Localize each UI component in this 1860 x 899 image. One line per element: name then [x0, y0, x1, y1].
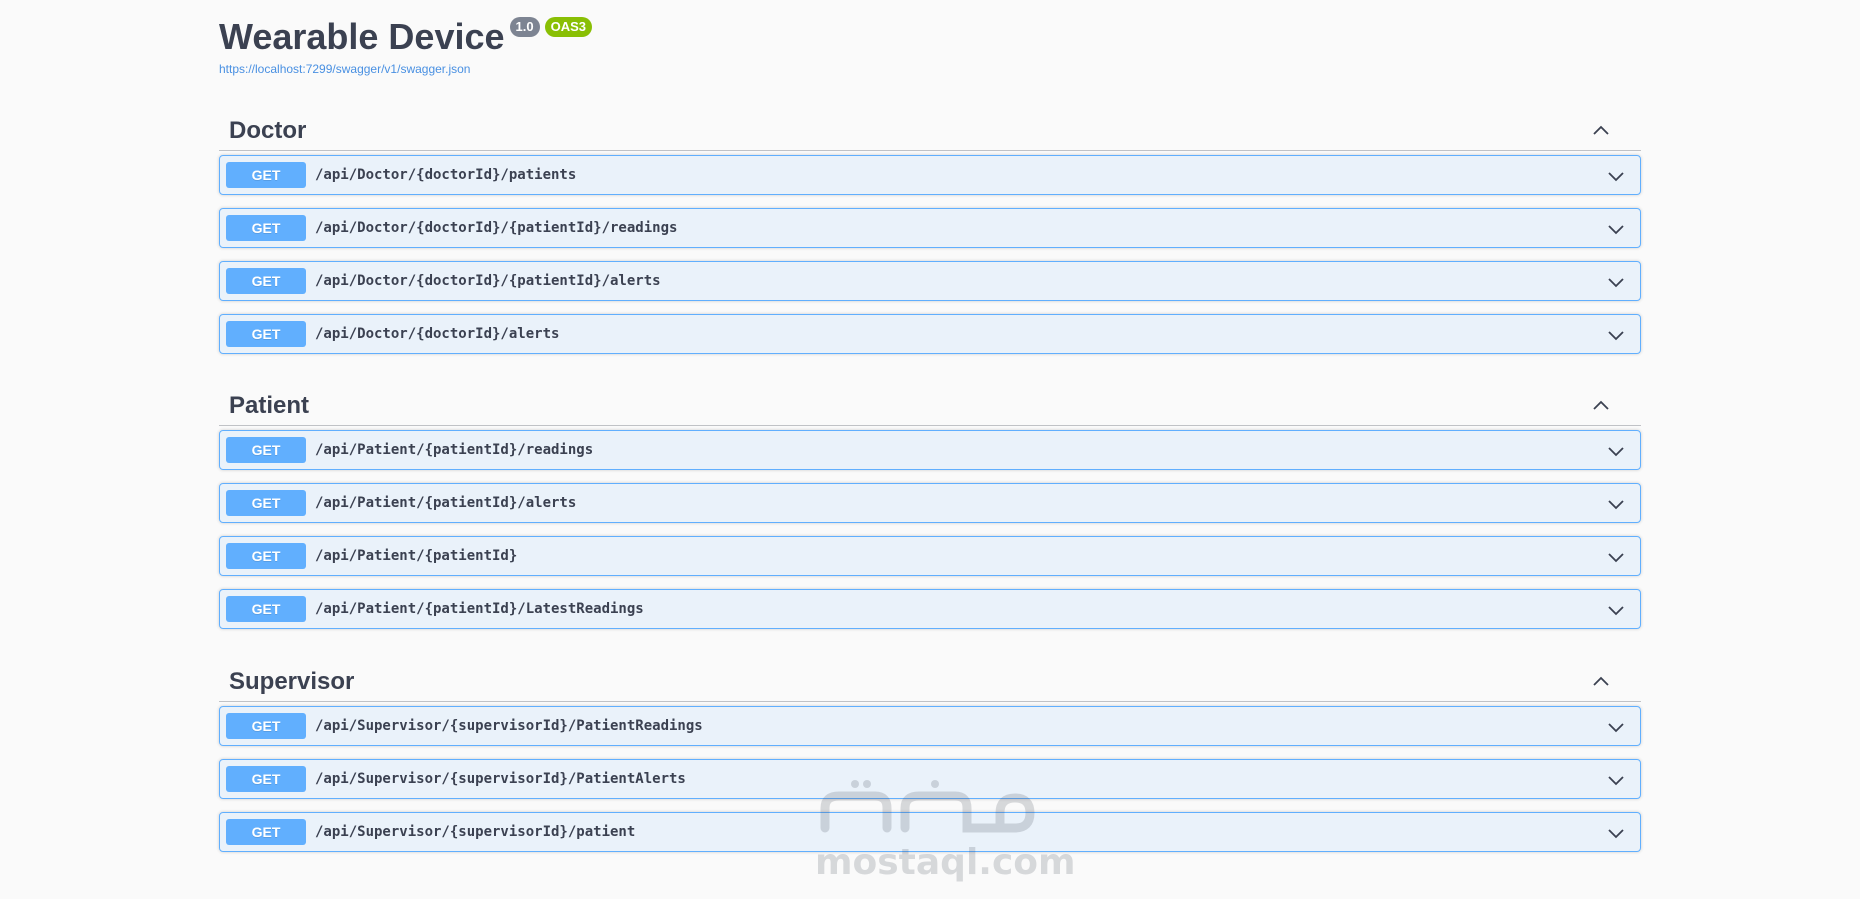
chevron-down-icon[interactable]	[1606, 166, 1626, 186]
operation-get-patient-latest-readings[interactable]: GET /api/Patient/{patientId}/LatestReadi…	[219, 589, 1641, 629]
title-row: Wearable Device 1.0 OAS3	[219, 14, 592, 60]
tag-header-patient[interactable]: Patient	[219, 383, 1641, 426]
tag-title: Patient	[229, 392, 310, 419]
operation-path: /api/Doctor/{doctorId}/patients	[315, 167, 577, 183]
method-badge: GET	[226, 596, 306, 622]
operation-get-supervisor-patient[interactable]: GET /api/Supervisor/{supervisorId}/patie…	[219, 812, 1641, 852]
chevron-up-icon[interactable]	[1591, 671, 1611, 691]
chevron-up-icon[interactable]	[1591, 395, 1611, 415]
operation-path: /api/Supervisor/{supervisorId}/patient	[315, 824, 636, 840]
operation-get-patient-readings[interactable]: GET /api/Patient/{patientId}/readings	[219, 430, 1641, 470]
method-badge: GET	[226, 162, 306, 188]
operation-path: /api/Patient/{patientId}	[315, 548, 518, 564]
chevron-down-icon[interactable]	[1606, 219, 1626, 239]
chevron-down-icon[interactable]	[1606, 494, 1626, 514]
chevron-down-icon[interactable]	[1606, 717, 1626, 737]
operation-get-doctor-patients[interactable]: GET /api/Doctor/{doctorId}/patients	[219, 155, 1641, 195]
method-badge: GET	[226, 766, 306, 792]
tag-section-doctor: Doctor GET /api/Doctor/{doctorId}/patien…	[219, 108, 1641, 367]
operation-get-patient[interactable]: GET /api/Patient/{patientId}	[219, 536, 1641, 576]
chevron-down-icon[interactable]	[1606, 547, 1626, 567]
tag-title: Doctor	[229, 117, 307, 144]
version-badge: 1.0	[509, 17, 540, 37]
tag-header-doctor[interactable]: Doctor	[219, 108, 1641, 151]
swagger-container: Wearable Device 1.0 OAS3 https://localho…	[219, 0, 1641, 852]
operation-get-doctor-patient-readings[interactable]: GET /api/Doctor/{doctorId}/{patientId}/r…	[219, 208, 1641, 248]
tag-section-supervisor: Supervisor GET /api/Supervisor/{supervis…	[219, 659, 1641, 865]
operation-get-patient-alerts[interactable]: GET /api/Patient/{patientId}/alerts	[219, 483, 1641, 523]
chevron-down-icon[interactable]	[1606, 823, 1626, 843]
chevron-down-icon[interactable]	[1606, 770, 1626, 790]
operation-path: /api/Supervisor/{supervisorId}/PatientRe…	[315, 718, 703, 734]
chevron-down-icon[interactable]	[1606, 600, 1626, 620]
operation-get-doctor-patient-alerts[interactable]: GET /api/Doctor/{doctorId}/{patientId}/a…	[219, 261, 1641, 301]
operation-path: /api/Doctor/{doctorId}/alerts	[315, 326, 560, 342]
operation-path: /api/Patient/{patientId}/LatestReadings	[315, 601, 644, 617]
operation-path: /api/Patient/{patientId}/alerts	[315, 495, 577, 511]
swagger-page: Wearable Device 1.0 OAS3 https://localho…	[0, 0, 1860, 899]
tag-section-patient: Patient GET /api/Patient/{patientId}/rea…	[219, 383, 1641, 642]
method-badge: GET	[226, 215, 306, 241]
chevron-down-icon[interactable]	[1606, 441, 1626, 461]
operation-path: /api/Doctor/{doctorId}/{patientId}/alert…	[315, 273, 661, 289]
operation-path: /api/Doctor/{doctorId}/{patientId}/readi…	[315, 220, 678, 236]
operation-path: /api/Supervisor/{supervisorId}/PatientAl…	[315, 771, 686, 787]
method-badge: GET	[226, 321, 306, 347]
operation-path: /api/Patient/{patientId}/readings	[315, 442, 594, 458]
api-title: Wearable Device	[219, 16, 505, 57]
operation-get-supervisor-patient-alerts[interactable]: GET /api/Supervisor/{supervisorId}/Patie…	[219, 759, 1641, 799]
tag-title: Supervisor	[229, 668, 355, 695]
method-badge: GET	[226, 713, 306, 739]
api-info: Wearable Device 1.0 OAS3 https://localho…	[219, 0, 1641, 88]
spec-link[interactable]: https://localhost:7299/swagger/v1/swagge…	[219, 62, 470, 76]
operation-get-supervisor-patient-readings[interactable]: GET /api/Supervisor/{supervisorId}/Patie…	[219, 706, 1641, 746]
chevron-down-icon[interactable]	[1606, 272, 1626, 292]
chevron-up-icon[interactable]	[1591, 120, 1611, 140]
oas-badge: OAS3	[544, 17, 592, 37]
operation-get-doctor-alerts[interactable]: GET /api/Doctor/{doctorId}/alerts	[219, 314, 1641, 354]
chevron-down-icon[interactable]	[1606, 325, 1626, 345]
method-badge: GET	[226, 268, 306, 294]
method-badge: GET	[226, 490, 306, 516]
tag-header-supervisor[interactable]: Supervisor	[219, 659, 1641, 702]
method-badge: GET	[226, 543, 306, 569]
method-badge: GET	[226, 819, 306, 845]
method-badge: GET	[226, 437, 306, 463]
